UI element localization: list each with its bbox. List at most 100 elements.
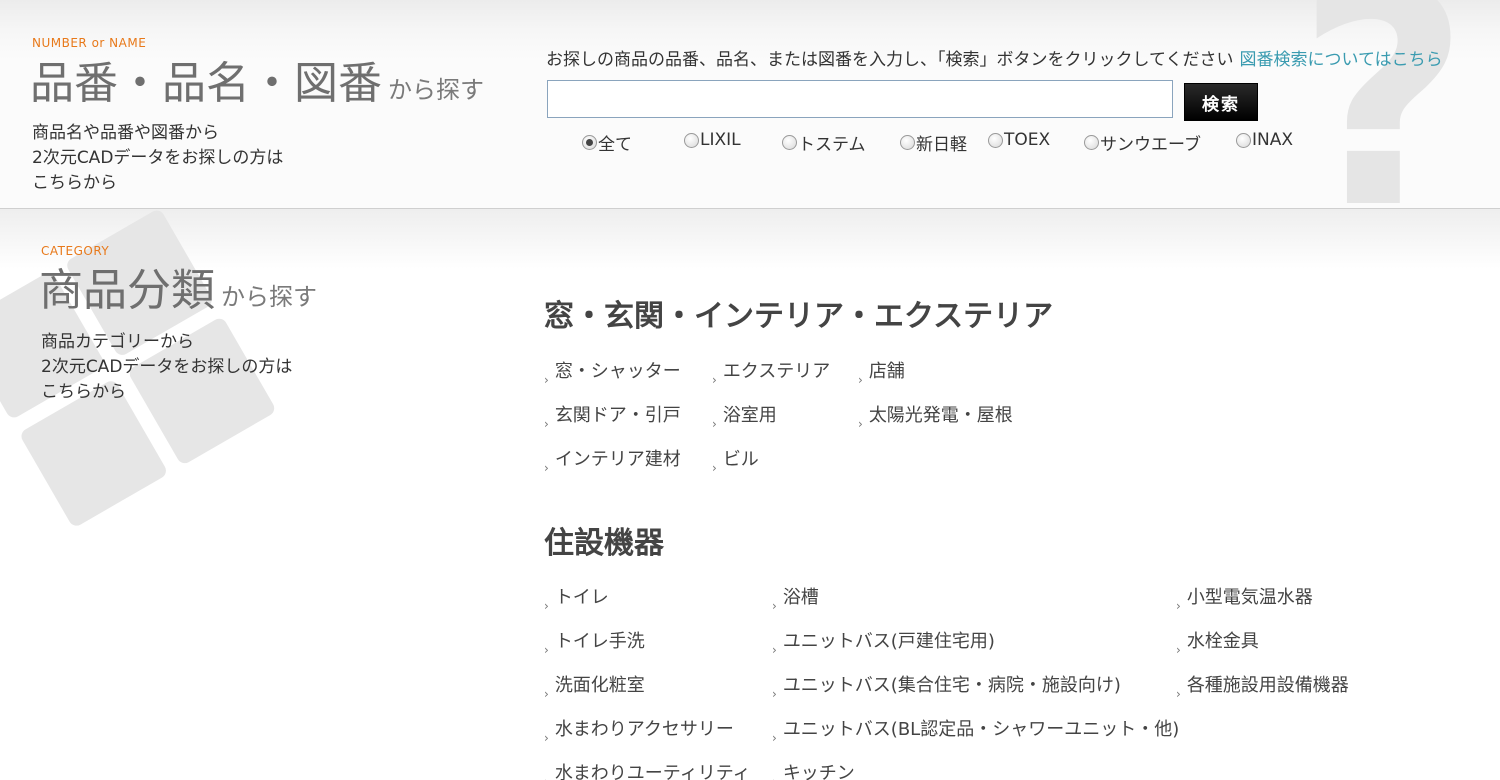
category-link[interactable]: › インテリア建材 bbox=[544, 445, 681, 475]
category-link[interactable]: › ユニットバス(戸建住宅用) bbox=[772, 627, 995, 657]
maker-option-tostem[interactable]: トステム bbox=[782, 130, 866, 155]
arrow-icon: › bbox=[544, 461, 549, 475]
arrow-icon: › bbox=[772, 643, 777, 657]
category-link-label: エクステリア bbox=[722, 361, 831, 382]
category-link-label: 窓・シャッター bbox=[554, 361, 681, 382]
group-heading-windows: 窓・玄関・インテリア・エクステリア bbox=[544, 299, 1054, 334]
arrow-icon: › bbox=[858, 417, 863, 431]
category-link-label: トイレ手洗 bbox=[554, 631, 645, 652]
category-link-label: 浴室用 bbox=[722, 405, 777, 426]
category-link[interactable]: › ユニットバス(BL認定品・シャワーユニット・他) bbox=[772, 715, 1180, 745]
arrow-icon: › bbox=[772, 775, 777, 780]
category-link[interactable]: › ビル bbox=[712, 445, 759, 475]
maker-option-label: TOEX bbox=[1004, 130, 1051, 150]
maker-option-lixil[interactable]: LIXIL bbox=[684, 130, 741, 150]
search-eyebrow: NUMBER or NAME bbox=[32, 36, 147, 50]
category-link-label: 水栓金具 bbox=[1186, 631, 1259, 652]
search-instruction: お探しの商品の品番、品名、または図番を入力し、「検索」ボタンをクリックしてくださ… bbox=[546, 45, 1443, 70]
search-button[interactable]: 検索 bbox=[1184, 83, 1258, 121]
category-link-label: ビル bbox=[722, 449, 759, 470]
category-link[interactable]: › 水まわりアクセサリー bbox=[544, 715, 734, 745]
search-instruction-text: お探しの商品の品番、品名、または図番を入力し、「検索」ボタンをクリックしてくださ… bbox=[546, 50, 1234, 70]
category-link[interactable]: › 水まわりユーティリティ bbox=[544, 759, 751, 780]
question-mark-icon: ? bbox=[1295, 0, 1470, 209]
category-title: 商品分類 から探す bbox=[39, 269, 317, 313]
category-link-label: ユニットバス(集合住宅・病院・施設向け) bbox=[782, 675, 1121, 696]
arrow-icon: › bbox=[712, 373, 717, 387]
zuban-help-link[interactable]: 図番検索についてはこちら bbox=[1239, 50, 1442, 70]
category-link[interactable]: › エクステリア bbox=[712, 357, 831, 387]
arrow-icon: › bbox=[544, 373, 549, 387]
arrow-icon: › bbox=[544, 643, 549, 657]
arrow-icon: › bbox=[1176, 599, 1181, 613]
category-link[interactable]: › 玄関ドア・引戸 bbox=[544, 401, 681, 431]
arrow-icon: › bbox=[1176, 687, 1181, 701]
maker-option-toex[interactable]: TOEX bbox=[988, 130, 1050, 150]
category-link[interactable]: › 窓・シャッター bbox=[544, 357, 681, 387]
category-link-label: 小型電気温水器 bbox=[1186, 587, 1313, 608]
radio-icon[interactable] bbox=[1084, 135, 1099, 150]
search-title-main: 品番・品名・図番 bbox=[30, 58, 382, 109]
maker-option-shinnikkei[interactable]: 新日軽 bbox=[900, 130, 967, 155]
arrow-icon: › bbox=[544, 687, 549, 701]
radio-icon[interactable] bbox=[782, 135, 797, 150]
category-eyebrow: CATEGORY bbox=[41, 244, 110, 258]
arrow-icon: › bbox=[772, 687, 777, 701]
category-link[interactable]: › 浴槽 bbox=[772, 583, 819, 613]
search-by-number-section: ? NUMBER or NAME 品番・品名・図番 から探す 商品名や品番や図番か… bbox=[0, 0, 1500, 209]
maker-option-label: サンウエーブ bbox=[1100, 135, 1201, 155]
search-input[interactable] bbox=[547, 80, 1173, 118]
maker-option-inax[interactable]: INAX bbox=[1236, 130, 1293, 150]
category-link-label: 洗面化粧室 bbox=[554, 675, 645, 696]
category-link-label: トイレ bbox=[554, 587, 609, 608]
arrow-icon: › bbox=[544, 599, 549, 613]
radio-icon[interactable] bbox=[900, 135, 915, 150]
category-link-label: 水まわりアクセサリー bbox=[554, 719, 734, 740]
arrow-icon: › bbox=[772, 599, 777, 613]
maker-option-label: 全て bbox=[598, 135, 632, 155]
category-link-label: キッチン bbox=[782, 763, 855, 780]
category-link[interactable]: › トイレ bbox=[544, 583, 609, 613]
maker-option-label: トステム bbox=[798, 135, 866, 155]
maker-option-label: 新日軽 bbox=[916, 135, 967, 155]
category-link[interactable]: › 小型電気温水器 bbox=[1176, 583, 1313, 613]
category-link[interactable]: › トイレ手洗 bbox=[544, 627, 645, 657]
category-link[interactable]: › 各種施設用設備機器 bbox=[1176, 671, 1349, 701]
radio-icon[interactable] bbox=[988, 132, 1003, 148]
arrow-icon: › bbox=[544, 775, 549, 780]
search-description: 商品名や品番や図番から 2次元CADデータをお探しの方は こちらから bbox=[32, 123, 284, 193]
group-heading-housing-equipment: 住設機器 bbox=[544, 526, 664, 561]
radio-icon[interactable] bbox=[684, 132, 699, 148]
category-title-main: 商品分類 bbox=[39, 265, 215, 316]
category-link[interactable]: › 浴室用 bbox=[712, 401, 777, 431]
arrow-icon: › bbox=[1176, 643, 1181, 657]
category-link-label: 店舗 bbox=[868, 361, 905, 382]
category-link-label: 太陽光発電・屋根 bbox=[868, 405, 1013, 426]
category-link[interactable]: › ユニットバス(集合住宅・病院・施設向け) bbox=[772, 671, 1121, 701]
arrow-icon: › bbox=[544, 417, 549, 431]
arrow-icon: › bbox=[712, 417, 717, 431]
radio-checked-icon[interactable] bbox=[582, 135, 597, 150]
search-title: 品番・品名・図番 から探す bbox=[30, 62, 484, 106]
category-link-label: 水まわりユーティリティ bbox=[554, 763, 751, 780]
arrow-icon: › bbox=[772, 731, 777, 745]
category-link[interactable]: › キッチン bbox=[772, 759, 855, 780]
category-link[interactable]: › 水栓金具 bbox=[1176, 627, 1259, 657]
search-title-suffix: から探す bbox=[388, 76, 484, 104]
category-link-label: 浴槽 bbox=[782, 587, 819, 608]
category-link[interactable]: › 店舗 bbox=[858, 357, 905, 387]
maker-option-all[interactable]: 全て bbox=[582, 130, 632, 155]
category-link-label: ユニットバス(戸建住宅用) bbox=[782, 631, 995, 652]
category-link[interactable]: › 洗面化粧室 bbox=[544, 671, 645, 701]
category-title-suffix: から探す bbox=[221, 283, 317, 311]
arrow-icon: › bbox=[544, 731, 549, 745]
arrow-icon: › bbox=[858, 373, 863, 387]
radio-icon[interactable] bbox=[1236, 132, 1251, 148]
category-link-label: 玄関ドア・引戸 bbox=[554, 405, 681, 426]
category-link[interactable]: › 太陽光発電・屋根 bbox=[858, 401, 1013, 431]
maker-option-label: LIXIL bbox=[700, 130, 741, 150]
maker-option-sunwave[interactable]: サンウエーブ bbox=[1084, 130, 1201, 155]
category-link-label: ユニットバス(BL認定品・シャワーユニット・他) bbox=[782, 719, 1180, 740]
category-link-label: インテリア建材 bbox=[554, 449, 681, 470]
arrow-icon: › bbox=[712, 461, 717, 475]
